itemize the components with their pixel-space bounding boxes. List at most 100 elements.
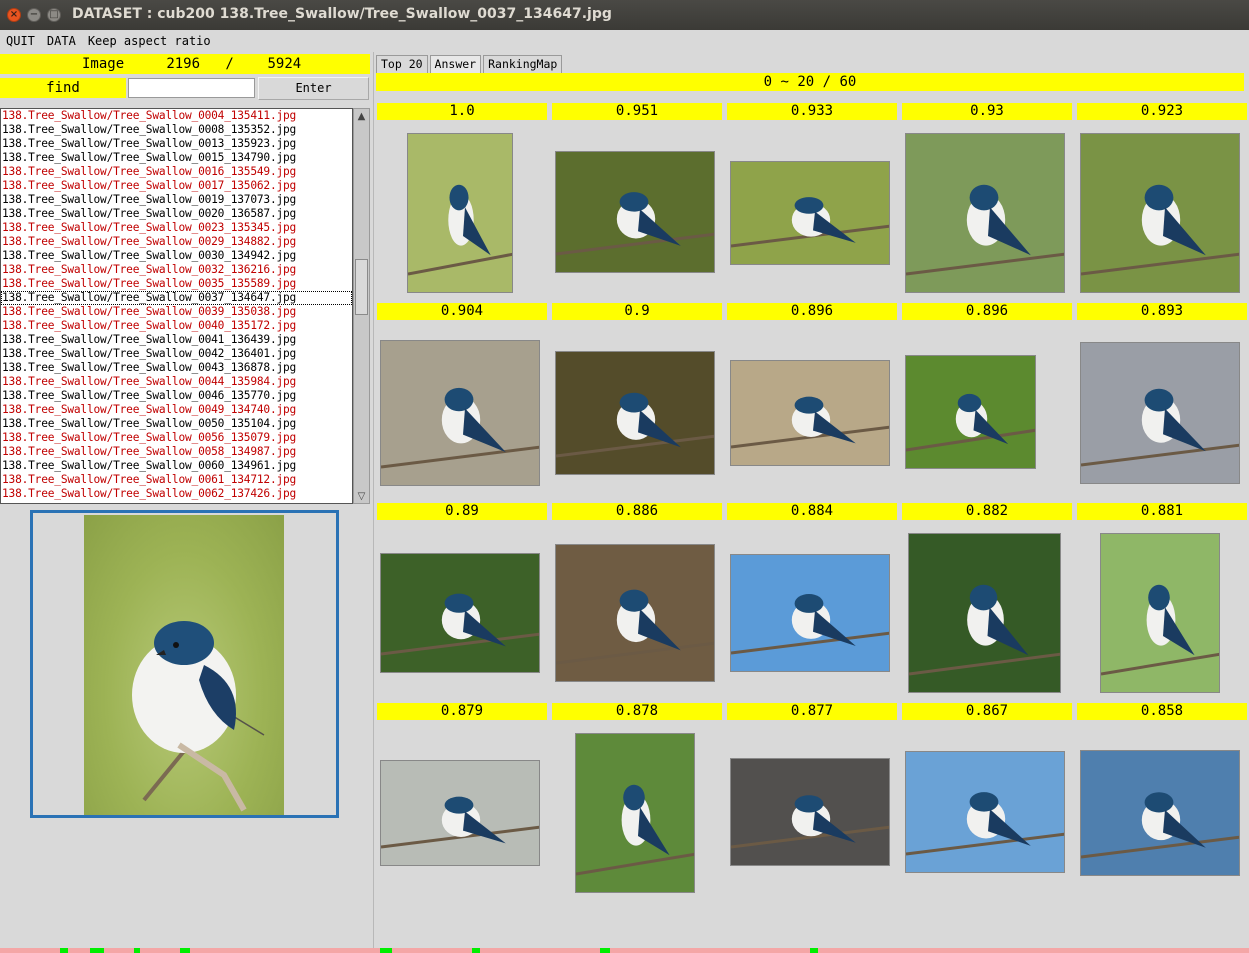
bird-image: [731, 795, 889, 849]
file-list-item[interactable]: 138.Tree_Swallow/Tree_Swallow_0058_13498…: [1, 445, 352, 459]
file-list-item[interactable]: 138.Tree_Swallow/Tree_Swallow_0035_13558…: [1, 277, 352, 291]
status-segment: [60, 948, 68, 953]
file-list-item[interactable]: 138.Tree_Swallow/Tree_Swallow_0017_13506…: [1, 179, 352, 193]
bird-image: [731, 594, 889, 655]
status-segment: [392, 948, 472, 953]
file-list-item[interactable]: 138.Tree_Swallow/Tree_Swallow_0039_13503…: [1, 305, 352, 319]
tab-answer[interactable]: Answer: [429, 55, 482, 73]
status-segment: [190, 948, 380, 953]
result-score: 0.904: [377, 303, 547, 320]
file-list-item[interactable]: 138.Tree_Swallow/Tree_Swallow_0050_13510…: [1, 417, 352, 431]
file-list-item[interactable]: 138.Tree_Swallow/Tree_Swallow_0044_13598…: [1, 375, 352, 389]
query-image: [84, 515, 284, 815]
status-segment: [810, 948, 818, 953]
file-list-item[interactable]: 138.Tree_Swallow/Tree_Swallow_0037_13464…: [1, 291, 352, 305]
file-list-item[interactable]: 138.Tree_Swallow/Tree_Swallow_0060_13496…: [1, 459, 352, 473]
file-list-item[interactable]: 138.Tree_Swallow/Tree_Swallow_0046_13577…: [1, 389, 352, 403]
bird-image: [556, 192, 714, 256]
maximize-icon[interactable]: □: [47, 8, 61, 22]
enter-button[interactable]: Enter: [258, 77, 369, 100]
file-list-item[interactable]: 138.Tree_Swallow/Tree_Swallow_0061_13471…: [1, 473, 352, 487]
result-score: 0.93: [902, 103, 1072, 120]
bird-image: [731, 396, 889, 449]
result-score: 0.877: [727, 703, 897, 720]
result-thumbnail[interactable]: [730, 161, 890, 265]
file-list-item[interactable]: 138.Tree_Swallow/Tree_Swallow_0062_13742…: [1, 487, 352, 501]
find-input[interactable]: [128, 78, 255, 98]
bird-image: [906, 792, 1064, 856]
result-thumbnail[interactable]: [380, 340, 540, 486]
menu-quit[interactable]: QUIT: [6, 34, 35, 48]
result-thumbnail[interactable]: [1080, 750, 1240, 876]
status-segment: [0, 948, 60, 953]
scrollbar-thumb[interactable]: [355, 259, 368, 315]
file-list-item[interactable]: 138.Tree_Swallow/Tree_Swallow_0030_13494…: [1, 249, 352, 263]
result-thumbnail[interactable]: [905, 751, 1065, 873]
bird-image: [576, 784, 694, 876]
file-list-item[interactable]: 138.Tree_Swallow/Tree_Swallow_0023_13534…: [1, 221, 352, 235]
find-label: find: [0, 78, 126, 98]
image-total: 5924: [267, 56, 302, 72]
result-thumbnail[interactable]: [1100, 533, 1220, 693]
result-thumbnail[interactable]: [730, 360, 890, 466]
result-thumbnail[interactable]: [1080, 342, 1240, 484]
status-segment: [104, 948, 134, 953]
bird-image: [731, 197, 889, 248]
file-list-item[interactable]: 138.Tree_Swallow/Tree_Swallow_0008_13535…: [1, 123, 352, 137]
result-thumbnail[interactable]: [730, 758, 890, 866]
scroll-up-icon[interactable]: ▲: [354, 109, 369, 123]
result-thumbnail[interactable]: [905, 133, 1065, 293]
result-thumbnail[interactable]: [407, 133, 513, 293]
result-score: 0.882: [902, 503, 1072, 520]
result-thumbnail[interactable]: [908, 533, 1061, 693]
tab-ranking-map[interactable]: RankingMap: [483, 55, 563, 73]
bird-image: [1081, 388, 1239, 467]
file-list-item[interactable]: 138.Tree_Swallow/Tree_Swallow_0040_13517…: [1, 319, 352, 333]
file-list[interactable]: 138.Tree_Swallow/Tree_Swallow_0004_13541…: [0, 108, 353, 504]
result-thumbnail[interactable]: [555, 544, 715, 682]
close-icon[interactable]: ×: [7, 8, 21, 22]
tab-top-20[interactable]: Top 20: [376, 55, 428, 73]
result-thumbnail[interactable]: [1080, 133, 1240, 293]
result-score: 0.89: [377, 503, 547, 520]
result-thumbnail[interactable]: [555, 151, 715, 273]
scroll-down-icon[interactable]: ▽: [354, 489, 369, 503]
menu-data[interactable]: DATA: [47, 34, 76, 48]
result-score: 0.896: [902, 303, 1072, 320]
file-list-item[interactable]: 138.Tree_Swallow/Tree_Swallow_0029_13488…: [1, 235, 352, 249]
result-thumbnail[interactable]: [905, 355, 1036, 469]
file-list-item[interactable]: 138.Tree_Swallow/Tree_Swallow_0013_13592…: [1, 137, 352, 151]
bird-image: [906, 393, 1035, 452]
file-list-item[interactable]: 138.Tree_Swallow/Tree_Swallow_0020_13658…: [1, 207, 352, 221]
file-list-item[interactable]: 138.Tree_Swallow/Tree_Swallow_0004_13541…: [1, 109, 352, 123]
result-score: 0.881: [1077, 503, 1247, 520]
file-list-item[interactable]: 138.Tree_Swallow/Tree_Swallow_0049_13474…: [1, 403, 352, 417]
result-score: 1.0: [377, 103, 547, 120]
file-list-item[interactable]: 138.Tree_Swallow/Tree_Swallow_0019_13707…: [1, 193, 352, 207]
result-thumbnail[interactable]: [575, 733, 695, 893]
result-thumbnail[interactable]: [380, 760, 540, 866]
result-score: 0.884: [727, 503, 897, 520]
file-list-item[interactable]: 138.Tree_Swallow/Tree_Swallow_0016_13554…: [1, 165, 352, 179]
file-list-item[interactable]: 138.Tree_Swallow/Tree_Swallow_0042_13640…: [1, 347, 352, 361]
result-score: 0.951: [552, 103, 722, 120]
result-thumbnail[interactable]: [555, 351, 715, 475]
file-list-item[interactable]: 138.Tree_Swallow/Tree_Swallow_0032_13621…: [1, 263, 352, 277]
file-list-item[interactable]: 138.Tree_Swallow/Tree_Swallow_0041_13643…: [1, 333, 352, 347]
status-segment: [480, 948, 600, 953]
result-score: 0.933: [727, 103, 897, 120]
image-counter: Image 2196 / 5924: [0, 54, 370, 74]
file-list-item[interactable]: 138.Tree_Swallow/Tree_Swallow_0043_13687…: [1, 361, 352, 375]
menu-keep-aspect-ratio[interactable]: Keep aspect ratio: [88, 34, 211, 48]
result-thumbnail[interactable]: [730, 554, 890, 672]
status-segment: [472, 948, 480, 953]
result-score: 0.867: [902, 703, 1072, 720]
file-list-item[interactable]: 138.Tree_Swallow/Tree_Swallow_0056_13507…: [1, 431, 352, 445]
result-score: 0.879: [377, 703, 547, 720]
file-list-scrollbar[interactable]: ▲ ▽: [353, 108, 370, 504]
minimize-icon[interactable]: −: [27, 8, 41, 22]
panel-divider: [373, 52, 374, 948]
left-panel: Image 2196 / 5924 find Enter 138.Tree_Sw…: [0, 52, 372, 948]
file-list-item[interactable]: 138.Tree_Swallow/Tree_Swallow_0015_13479…: [1, 151, 352, 165]
result-thumbnail[interactable]: [380, 553, 540, 673]
